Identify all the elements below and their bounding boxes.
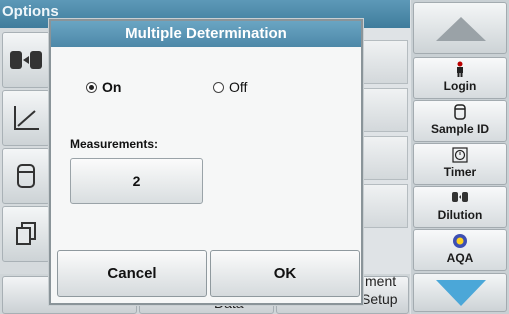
radio-on-label: On [102,79,122,95]
login-button[interactable]: Login [413,57,507,99]
compare-icon-button[interactable] [2,32,50,88]
dilution-label: Dilution [437,208,483,222]
aqa-icon [414,233,506,251]
login-label: Login [443,79,477,93]
dilution-icon [414,190,506,208]
sample-vial-icon [414,104,506,122]
graph-icon-button[interactable] [2,90,50,146]
left-toolbar [0,28,52,274]
vial-icon-button[interactable] [2,148,50,204]
bottom-setup-label-1: ment [365,273,397,289]
radio-unselected-icon [213,81,224,93]
graph-icon [14,106,39,130]
sample-id-button[interactable]: Sample ID [413,100,507,142]
cancel-button[interactable]: Cancel [57,250,207,297]
ok-button[interactable]: OK [210,250,360,297]
sample-id-label: Sample ID [430,122,490,136]
radio-off[interactable]: Off [213,79,247,95]
copy-icon-button[interactable] [2,206,50,262]
multiple-determination-dialog: Multiple Determination On Off Measuremen… [49,19,363,305]
radio-on[interactable]: On [86,79,121,95]
compare-icon [10,51,42,69]
timer-button[interactable]: Timer [413,143,507,185]
bottom-setup-label-2: Setup [361,291,398,307]
timer-icon [414,147,506,165]
up-arrow-icon [436,17,486,41]
down-arrow-icon [436,280,486,306]
dilution-button[interactable]: Dilution [413,186,507,228]
dialog-title: Multiple Determination [51,21,361,47]
scroll-up-button[interactable] [413,2,507,54]
vial-icon [17,164,35,188]
copy-icon [16,222,36,245]
scroll-down-button[interactable] [413,273,507,312]
radio-selected-icon [86,81,97,93]
timer-label: Timer [443,165,477,179]
aqa-button[interactable]: AQA [413,229,507,271]
aqa-label: AQA [446,251,474,265]
person-icon [414,61,506,79]
measurements-label: Measurements: [70,137,159,151]
measurements-value-button[interactable]: 2 [70,158,203,204]
right-sidebar: Login Sample ID Timer Dilution AQA [411,0,509,314]
radio-off-label: Off [229,79,248,95]
screen-title: Options [2,3,59,20]
